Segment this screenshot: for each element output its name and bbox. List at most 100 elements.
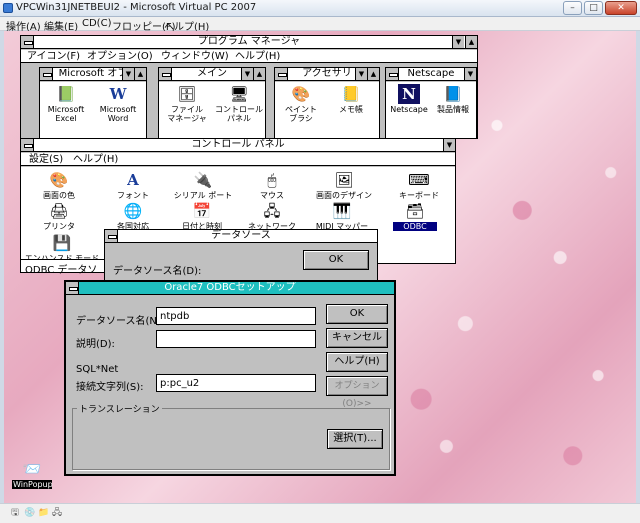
translation-select-button[interactable]: 選択(T)... — [327, 429, 383, 449]
dsn-input[interactable] — [156, 307, 316, 325]
cp-menu-help[interactable]: ヘルプ(H) — [73, 153, 118, 166]
program-manager-system-menu[interactable] — [21, 36, 34, 48]
host-window-title: VPCWin31JNETBEUI2 - Microsoft Virtual PC… — [16, 2, 257, 13]
group-system-menu[interactable] — [159, 68, 172, 80]
desktop-design-icon: 🖼 — [334, 171, 354, 189]
group-maximize-button[interactable]: ▲ — [253, 68, 265, 80]
group-minimize-button[interactable]: ▼ — [241, 68, 253, 80]
datasource-dialog-titlebar[interactable]: データソース — [105, 230, 377, 243]
group-title: Netscape — [407, 68, 455, 79]
word-icon: W — [109, 85, 127, 103]
datasource-name-label: データソース名(D): — [113, 266, 202, 277]
program-icon-excel[interactable]: 📗 Microsoft Excel — [42, 84, 90, 123]
control-panel-minimize-button[interactable]: ▼ — [443, 139, 455, 151]
program-icon-file-manager[interactable]: 🗄 ファイル マネージャ — [161, 84, 213, 123]
pm-menu-icon[interactable]: アイコン(F) — [27, 50, 80, 63]
program-manager-window: プログラム マネージャ ▼ ▲ アイコン(F) オプション(O) ウィンドウ(W… — [20, 35, 478, 139]
program-icon-paintbrush[interactable]: 🎨 ペイント ブラシ — [277, 84, 325, 123]
oracle-cancel-button[interactable]: キャンセル — [326, 328, 388, 348]
cp-icon-color[interactable]: 🎨 画面の色 — [31, 170, 87, 200]
network-status-icon[interactable]: 🖧 — [52, 508, 62, 518]
virtual-pc-app-icon — [3, 3, 13, 13]
cp-icon-mouse[interactable]: 🖱 マウス — [247, 170, 297, 200]
host-close-button[interactable]: ✕ — [605, 1, 637, 15]
group-maximize-button[interactable]: ▲ — [367, 68, 379, 80]
oracle-options-button[interactable]: オプション(O)>> — [326, 376, 388, 409]
group-main[interactable]: メイン ▼ ▲ 🗄 ファイル マネージャ 🖥 コントロール パネル — [158, 67, 266, 139]
floppy-status-icon[interactable]: 🖫 — [10, 508, 20, 518]
winpopup-label: WinPopup — [12, 480, 53, 489]
guest-desktop: プログラム マネージャ ▼ ▲ アイコン(F) オプション(O) ウィンドウ(W… — [4, 31, 636, 503]
group-maximize-button[interactable]: ▲ — [134, 68, 146, 80]
cp-icon-label: 画面のデザイン — [316, 191, 372, 200]
cp-icon-international[interactable]: 🌐 各国対応 — [105, 201, 161, 231]
oracle-dialog-system-menu[interactable] — [66, 282, 79, 294]
pm-menu-window[interactable]: ウィンドウ(W) — [161, 50, 229, 63]
group-microsoft-office[interactable]: Microsoft オフ ▼ ▲ 📗 Microsoft Excel W Mic… — [39, 67, 147, 139]
group-netscape[interactable]: Netscape ▼ N Netscape 📘 製品情報 — [385, 67, 477, 139]
network-icon: 🖧 — [263, 202, 281, 220]
winpopup-icon: 📨 — [22, 460, 42, 478]
oracle-dialog-titlebar[interactable]: Oracle7 ODBCセットアップ — [66, 282, 394, 295]
oracle-odbc-setup-dialog: Oracle7 ODBCセットアップ データソース名(N): 説明(D): SQ… — [64, 280, 396, 476]
description-input[interactable] — [156, 330, 316, 348]
program-manager-minimize-button[interactable]: ▼ — [452, 36, 464, 48]
program-manager-title: プログラム マネージャ — [197, 36, 301, 47]
datasource-ok-button[interactable]: OK — [303, 250, 369, 270]
cp-icon-label: 画面の色 — [43, 191, 75, 200]
connect-string-label: 接続文字列(S): — [76, 382, 144, 393]
desktop-icon-winpopup[interactable]: 📨 WinPopup — [12, 459, 53, 489]
program-manager-maximize-button[interactable]: ▲ — [465, 36, 477, 48]
product-info-icon: 📘 — [443, 85, 463, 103]
group-minimize-button[interactable]: ▼ — [355, 68, 367, 80]
cp-icon-serial-port[interactable]: 🔌 シリアル ポート — [167, 170, 239, 200]
datasource-dialog-system-menu[interactable] — [105, 230, 118, 242]
control-panel-title: コントロール パネル — [191, 139, 285, 150]
group-accessories[interactable]: アクセサリ ▼ ▲ 🎨 ペイント ブラシ 📒 メモ帳 — [274, 67, 380, 139]
group-minimize-button[interactable]: ▼ — [464, 68, 476, 80]
host-maximize-button[interactable]: □ — [584, 1, 603, 15]
dsn-label: データソース名(N): — [76, 316, 165, 327]
cp-icon-odbc[interactable]: 🗃 ODBC — [393, 201, 437, 231]
cp-icon-label: プリンタ — [43, 222, 75, 231]
printer-icon: 🖨 — [49, 202, 69, 220]
pm-menu-option[interactable]: オプション(O) — [87, 50, 153, 63]
fonts-icon: A — [127, 171, 139, 189]
pm-menu-help[interactable]: ヘルプ(H) — [235, 50, 280, 63]
control-panel-icon: 🖥 — [229, 85, 249, 103]
globe-icon: 🌐 — [123, 202, 143, 220]
group-system-menu[interactable] — [386, 68, 399, 80]
cp-icon-desktop[interactable]: 🖼 画面のデザイン — [309, 170, 379, 200]
oracle-help-button[interactable]: ヘルプ(H) — [326, 352, 388, 372]
host-minimize-button[interactable]: – — [563, 1, 582, 15]
program-icon-product-info[interactable]: 📘 製品情報 — [432, 84, 474, 114]
cp-icon-network[interactable]: 🖧 ネットワーク — [241, 201, 303, 231]
control-panel-titlebar[interactable]: コントロール パネル ▼ — [21, 139, 455, 152]
program-icon-control-panel[interactable]: 🖥 コントロール パネル — [213, 84, 265, 123]
shared-folder-status-icon[interactable]: 📁 — [38, 508, 49, 518]
cp-icon-keyboard[interactable]: ⌨ キーボード — [391, 170, 447, 200]
group-system-menu[interactable] — [275, 68, 288, 80]
oracle-ok-button[interactable]: OK — [326, 304, 388, 324]
cp-icon-printers[interactable]: 🖨 プリンタ — [31, 201, 87, 231]
group-minimize-button[interactable]: ▼ — [122, 68, 134, 80]
serial-port-icon: 🔌 — [193, 171, 213, 189]
program-icon-word[interactable]: W Microsoft Word — [94, 84, 142, 123]
program-manager-titlebar[interactable]: プログラム マネージャ ▼ ▲ — [21, 36, 477, 49]
control-panel-system-menu[interactable] — [21, 139, 34, 151]
program-icon-netscape[interactable]: N Netscape — [388, 84, 430, 114]
host-menu-cd[interactable]: CD(C) — [82, 18, 111, 29]
odbc-icon: 🗃 — [405, 202, 425, 220]
translation-label: トランスレーション — [77, 402, 162, 415]
cp-icon-date-time[interactable]: 📅 日付と時刻 — [171, 201, 233, 231]
odbc-datasource-window-partial[interactable]: ODBC データソ — [20, 259, 110, 276]
cp-icon-fonts[interactable]: A フォント — [105, 170, 161, 200]
cd-status-icon[interactable]: 💿 — [24, 508, 35, 518]
program-icon-label: Microsoft Word — [99, 105, 137, 123]
cp-icon-midi-mapper[interactable]: 🎹 MIDI マッパー — [309, 201, 375, 231]
program-icon-label: コントロール パネル — [215, 105, 263, 123]
group-system-menu[interactable] — [40, 68, 53, 80]
cp-menu-settings[interactable]: 設定(S) — [29, 153, 63, 166]
program-icon-notepad[interactable]: 📒 メモ帳 — [327, 84, 375, 114]
connect-string-input[interactable] — [156, 374, 316, 392]
